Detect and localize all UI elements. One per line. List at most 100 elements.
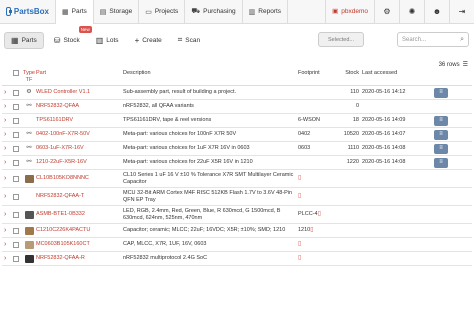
table-row[interactable]: › CL10B105KO8NNNC CL10 Series 1 uF 16 V ±1… (2, 170, 472, 188)
part-footprint: ▯ (298, 241, 332, 248)
part-thumbnail (24, 210, 34, 219)
datasheet-pdf-icon[interactable]: ▯ (298, 255, 301, 261)
header-stock[interactable]: Stock (332, 70, 362, 77)
view-options-icon[interactable]: ☰ (463, 61, 468, 68)
row-action-button[interactable]: ≡ (434, 129, 448, 140)
expand-chevron-icon[interactable]: › (2, 175, 10, 182)
header-footprint[interactable]: Footprint (298, 70, 332, 77)
expand-chevron-icon[interactable]: › (2, 117, 10, 124)
table-row[interactable]: › NRF52832-QFAA-T MCU 32-Bit ARM Cortex M4… (2, 188, 472, 206)
top-navbar: PartsBox ▦ Parts ▤ Storage ▭ Projects ⛟ … (0, 0, 474, 24)
parts-view-button[interactable]: ▦ Parts (4, 31, 44, 49)
select-all-checkbox[interactable] (10, 70, 22, 76)
table-row[interactable]: › ⚯ 0402-100nF-X7R-50V Meta-part: various c… (2, 128, 472, 142)
selected-dropdown[interactable]: Selected... (318, 32, 364, 47)
row-checkbox[interactable] (10, 145, 22, 152)
table-row[interactable]: › ⚯ 1210-22uF-X5R-16V Meta-part: various ch… (2, 156, 472, 170)
datasheet-pdf-icon[interactable]: ▯ (298, 175, 301, 181)
header-description[interactable]: Description (121, 70, 298, 77)
row-checkbox[interactable] (10, 159, 22, 166)
row-checkbox[interactable] (10, 211, 22, 218)
part-stock: 18 (352, 117, 359, 123)
part-name-link[interactable]: NRF52832-QFAA-T (36, 193, 121, 200)
table-row[interactable]: › NRF52832-QFAA-R nRF52832 multiprotocol 2… (2, 252, 472, 266)
row-checkbox[interactable] (10, 241, 22, 248)
part-name-link[interactable]: C1210C226K4PACTU (36, 227, 121, 234)
settings-button[interactable]: ✺ (399, 0, 424, 24)
row-checkbox[interactable] (10, 255, 22, 262)
row-checkbox[interactable] (10, 103, 22, 110)
part-last-accessed: 2020-05-16 14:08 (362, 159, 406, 165)
part-thumbnail (24, 174, 34, 183)
table-row[interactable]: › TPS61161DRV TPS61161DRV, tape & reel ver… (2, 114, 472, 128)
search-icon: ⌕ (460, 36, 464, 43)
row-type: ⚯ (22, 145, 36, 152)
part-name-link[interactable]: MC0603B105K160CT (36, 241, 121, 248)
header-type[interactable]: Type TF (22, 70, 36, 84)
row-checkbox[interactable] (10, 175, 22, 182)
part-name-link[interactable]: 0603-1uF-X7R-16V (36, 145, 121, 152)
row-checkbox[interactable] (10, 227, 22, 234)
row-checkbox[interactable] (10, 117, 22, 124)
row-checkbox[interactable] (10, 89, 22, 96)
header-part[interactable]: Part (36, 70, 121, 77)
part-name-link[interactable]: CL10B105KO8NNNC (36, 175, 121, 182)
part-name-link[interactable]: NRF52832-QFAA (36, 103, 121, 110)
expand-chevron-icon[interactable]: › (2, 211, 10, 218)
scan-button[interactable]: ⌗ Scan (172, 32, 206, 49)
table-row[interactable]: › ⚯ 0603-1uF-X7R-16V Meta-part: various cho… (2, 142, 472, 156)
account-menu[interactable]: ▣ pbxdemo (325, 0, 374, 24)
part-name-link[interactable]: TPS61161DRV (36, 117, 121, 124)
header-last-accessed[interactable]: Last accessed (362, 70, 426, 77)
row-checkbox[interactable] (10, 193, 22, 200)
nav-storage[interactable]: ▤ Storage (94, 0, 140, 24)
table-row[interactable]: › ASMB-BTE1-0B332 LED, RGB, 2.4mm, Red, Gr… (2, 206, 472, 224)
nav-parts-label: Parts (71, 8, 87, 15)
table-body: › ⚙ WLED Controller V1.1 Sub-assembly part,… (2, 86, 472, 266)
create-button[interactable]: + Create (129, 32, 168, 49)
part-description: Meta-part: various choices for 22uF X5R … (123, 159, 253, 165)
brand-logo[interactable]: PartsBox (0, 0, 56, 24)
expand-chevron-icon[interactable]: › (2, 255, 10, 262)
search-input[interactable]: Search... ⌕ (397, 32, 469, 47)
meta-part-icon: ⚯ (26, 159, 32, 165)
nav-parts[interactable]: ▦ Parts (56, 0, 94, 24)
row-type: ⚯ (22, 131, 36, 138)
stock-view-button[interactable]: ⛁ Stock New (48, 25, 92, 49)
row-action-button[interactable]: ≡ (434, 143, 448, 154)
expand-chevron-icon[interactable]: › (2, 89, 10, 96)
expand-chevron-icon[interactable]: › (2, 193, 10, 200)
datasheet-pdf-icon[interactable]: ▯ (298, 241, 301, 247)
row-action-button[interactable]: ≡ (434, 87, 448, 98)
table-row[interactable]: › ⚯ NRF52832-QFAA nRF52832, all QFAA varian… (2, 100, 472, 114)
datasheet-pdf-icon[interactable]: ▯ (310, 227, 313, 233)
datasheet-pdf-icon[interactable]: ▯ (318, 211, 321, 217)
table-row[interactable]: › C1210C226K4PACTU Capacitor; ceramic; MLC… (2, 224, 472, 238)
logout-button[interactable]: ⇥ (449, 0, 474, 24)
list-icon: ≡ (439, 145, 443, 151)
row-action-button[interactable]: ≡ (434, 115, 448, 126)
plus-icon: + (134, 35, 140, 45)
expand-chevron-icon[interactable]: › (2, 159, 10, 166)
part-name-link[interactable]: ASMB-BTE1-0B332 (36, 211, 121, 218)
nav-reports[interactable]: ▥ Reports (243, 0, 289, 24)
table-row[interactable]: › MC0603B105K160CT CAP, MLCC, X7R, 1UF, 16… (2, 238, 472, 252)
part-name-link[interactable]: 0402-100nF-X7R-50V (36, 131, 121, 138)
part-name-link[interactable]: NRF52832-QFAA-R (36, 255, 121, 262)
expand-chevron-icon[interactable]: › (2, 131, 10, 138)
expand-chevron-icon[interactable]: › (2, 227, 10, 234)
row-action-button[interactable]: ≡ (434, 157, 448, 168)
nav-projects[interactable]: ▭ Projects (139, 0, 186, 24)
table-row[interactable]: › ⚙ WLED Controller V1.1 Sub-assembly part,… (2, 86, 472, 100)
row-checkbox[interactable] (10, 131, 22, 138)
sliders-button[interactable]: ⚙ (374, 0, 399, 24)
expand-chevron-icon[interactable]: › (2, 241, 10, 248)
part-name-link[interactable]: 1210-22uF-X5R-16V (36, 159, 121, 166)
expand-chevron-icon[interactable]: › (2, 103, 10, 110)
part-name-link[interactable]: WLED Controller V1.1 (36, 89, 121, 96)
nav-purchasing[interactable]: ⛟ Purchasing (185, 0, 243, 24)
expand-chevron-icon[interactable]: › (2, 145, 10, 152)
user-button[interactable]: ☻ (424, 0, 449, 24)
lots-view-button[interactable]: ▥ Lots (90, 32, 125, 49)
datasheet-pdf-icon[interactable]: ▯ (298, 193, 301, 199)
